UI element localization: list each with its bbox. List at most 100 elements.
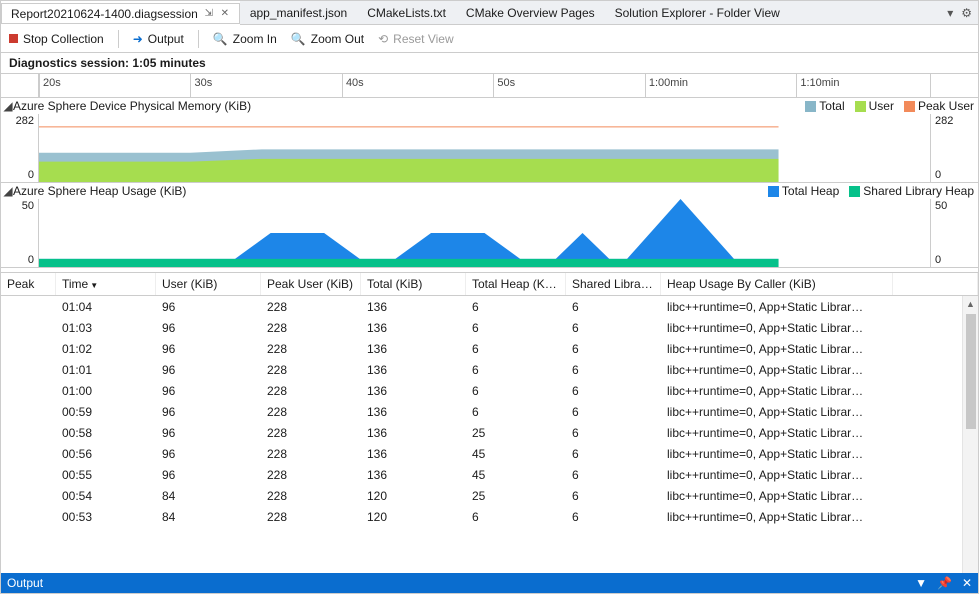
cell-time: 00:58	[56, 424, 156, 442]
separator	[118, 30, 119, 48]
output-button[interactable]: ➜ Output	[133, 32, 184, 46]
tab-cmakelists[interactable]: CMakeLists.txt	[357, 1, 456, 25]
tab-cmake-overview[interactable]: CMake Overview Pages	[456, 1, 605, 25]
output-icon: ➜	[133, 32, 143, 46]
col-shared-lib[interactable]: Shared Library…	[566, 273, 661, 295]
cell-user: 84	[156, 508, 261, 526]
cell-sharedlib: 6	[566, 445, 661, 463]
tab-label: app_manifest.json	[250, 6, 347, 20]
cell-heapusage: libc++runtime=0, App+Static Librar…	[661, 508, 893, 526]
sort-desc-icon: ▼	[90, 281, 98, 290]
chart-plot-area[interactable]	[39, 199, 930, 267]
zoom-out-button[interactable]: 🔍 Zoom Out	[291, 32, 364, 46]
vertical-scrollbar[interactable]: ▲	[962, 296, 978, 573]
cell-total: 120	[361, 508, 466, 526]
table-row[interactable]: 00:55 96 228 136 45 6 libc++runtime=0, A…	[1, 464, 978, 485]
col-heap-usage[interactable]: Heap Usage By Caller (KiB)	[661, 273, 893, 295]
cell-time: 01:01	[56, 361, 156, 379]
pin-icon[interactable]: 📌	[937, 576, 952, 590]
col-peak-user[interactable]: Peak User (KiB)	[261, 273, 361, 295]
output-panel-bar[interactable]: Output ▼ 📌 ✕	[1, 573, 978, 593]
tab-app-manifest[interactable]: app_manifest.json	[240, 1, 357, 25]
cell-peak	[1, 368, 56, 372]
cell-heapusage: libc++runtime=0, App+Static Librar…	[661, 361, 893, 379]
ruler-tick: 40s	[342, 74, 364, 97]
ruler-track[interactable]: 20s 30s 40s 50s 1:00min 1:10min	[39, 74, 930, 97]
cell-user: 96	[156, 298, 261, 316]
table-row[interactable]: 00:58 96 228 136 25 6 libc++runtime=0, A…	[1, 422, 978, 443]
cell-sharedlib: 6	[566, 298, 661, 316]
cell-sharedlib: 6	[566, 487, 661, 505]
legend-swatch-user	[855, 101, 866, 112]
table-row[interactable]: 00:56 96 228 136 45 6 libc++runtime=0, A…	[1, 443, 978, 464]
cell-heapusage: libc++runtime=0, App+Static Librar…	[661, 382, 893, 400]
col-peak[interactable]: Peak	[1, 273, 56, 295]
table-row[interactable]: 00:53 84 228 120 6 6 libc++runtime=0, Ap…	[1, 506, 978, 527]
col-time[interactable]: Time▼	[56, 273, 156, 295]
col-user[interactable]: User (KiB)	[156, 273, 261, 295]
cell-heapusage: libc++runtime=0, App+Static Librar…	[661, 466, 893, 484]
cell-totalheap: 45	[466, 445, 566, 463]
close-icon[interactable]: ✕	[220, 9, 230, 19]
expander-icon[interactable]: ◢	[3, 184, 13, 198]
button-label: Zoom Out	[311, 32, 364, 46]
cell-sharedlib: 6	[566, 508, 661, 526]
table-row[interactable]: 01:01 96 228 136 6 6 libc++runtime=0, Ap…	[1, 359, 978, 380]
cell-peakuser: 228	[261, 319, 361, 337]
overflow-icon[interactable]: ▾	[947, 6, 953, 20]
stop-icon	[9, 34, 18, 43]
table-row[interactable]: 00:59 96 228 136 6 6 libc++runtime=0, Ap…	[1, 401, 978, 422]
ruler-gutter-right	[930, 74, 978, 97]
stop-collection-button[interactable]: Stop Collection	[9, 32, 104, 46]
col-spare[interactable]	[893, 273, 978, 295]
zoom-in-button[interactable]: 🔍 Zoom In	[213, 32, 277, 46]
scroll-thumb[interactable]	[966, 314, 976, 429]
reset-view-button[interactable]: ⟲ Reset View	[378, 32, 454, 46]
chart-plot-area[interactable]	[39, 114, 930, 182]
cell-sharedlib: 6	[566, 361, 661, 379]
table-row[interactable]: 01:03 96 228 136 6 6 libc++runtime=0, Ap…	[1, 317, 978, 338]
chart-svg	[39, 199, 930, 267]
data-grid: Peak Time▼ User (KiB) Peak User (KiB) To…	[1, 272, 978, 573]
table-row[interactable]: 01:04 96 228 136 6 6 libc++runtime=0, Ap…	[1, 296, 978, 317]
table-row[interactable]: 00:54 84 228 120 25 6 libc++runtime=0, A…	[1, 485, 978, 506]
chart-legend: Total User Peak User	[805, 99, 974, 113]
table-row[interactable]: 01:02 96 228 136 6 6 libc++runtime=0, Ap…	[1, 338, 978, 359]
expander-icon[interactable]: ◢	[3, 99, 13, 113]
tab-solution-explorer[interactable]: Solution Explorer - Folder View	[605, 1, 790, 25]
y-axis-left: 2820	[1, 114, 39, 182]
legend-swatch-totalheap	[768, 186, 779, 197]
dropdown-icon[interactable]: ▼	[915, 576, 927, 590]
tab-label: CMake Overview Pages	[466, 6, 595, 20]
cell-peakuser: 228	[261, 361, 361, 379]
legend-label: Total Heap	[782, 184, 839, 198]
cell-heapusage: libc++runtime=0, App+Static Librar…	[661, 340, 893, 358]
output-panel-label: Output	[7, 576, 43, 590]
gear-icon[interactable]: ⚙	[961, 6, 972, 20]
scroll-up-icon[interactable]: ▲	[963, 296, 978, 312]
cell-peakuser: 228	[261, 424, 361, 442]
tab-report-diagsession[interactable]: Report20210624-1400.diagsession ⇲ ✕	[1, 1, 240, 25]
tab-label: CMakeLists.txt	[367, 6, 446, 20]
y-axis-left: 500	[1, 199, 39, 267]
grid-body[interactable]: ▲ 01:04 96 228 136 6 6 libc++runtime=0, …	[1, 296, 978, 573]
col-total[interactable]: Total (KiB)	[361, 273, 466, 295]
pin-icon[interactable]: ⇲	[204, 9, 214, 19]
table-row[interactable]: 01:00 96 228 136 6 6 libc++runtime=0, Ap…	[1, 380, 978, 401]
cell-total: 136	[361, 424, 466, 442]
cell-time: 01:02	[56, 340, 156, 358]
cell-heapusage: libc++runtime=0, App+Static Librar…	[661, 403, 893, 421]
ruler-tick: 30s	[190, 74, 212, 97]
cell-user: 96	[156, 403, 261, 421]
ruler-gutter-left	[1, 74, 39, 97]
col-total-heap[interactable]: Total Heap (KiB)	[466, 273, 566, 295]
cell-user: 84	[156, 487, 261, 505]
tab-label: Report20210624-1400.diagsession	[11, 7, 198, 21]
time-ruler[interactable]: 20s 30s 40s 50s 1:00min 1:10min	[1, 74, 978, 98]
cell-peak	[1, 431, 56, 435]
cell-totalheap: 6	[466, 508, 566, 526]
cell-peak	[1, 494, 56, 498]
close-icon[interactable]: ✕	[962, 576, 972, 590]
cell-total: 136	[361, 382, 466, 400]
cell-sharedlib: 6	[566, 340, 661, 358]
